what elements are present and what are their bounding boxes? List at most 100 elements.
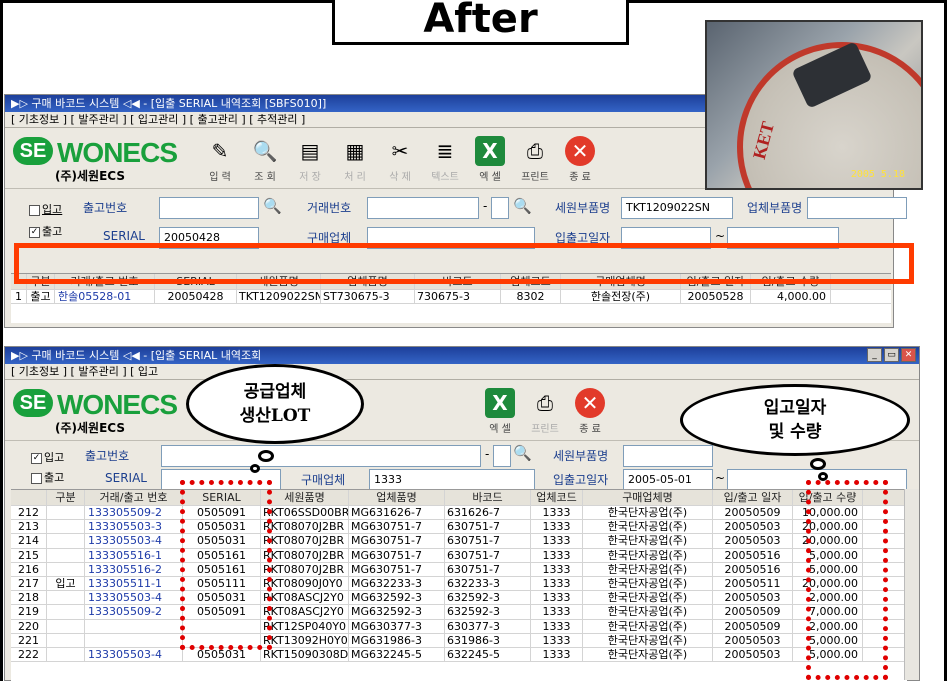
- label-ship-no: 출고번호: [83, 201, 128, 215]
- minimize-icon[interactable]: _: [867, 348, 882, 362]
- label-sewon-part: 세원부품명: [553, 449, 609, 463]
- close-icon[interactable]: ✕: [901, 348, 916, 362]
- table-cell: 1333: [531, 619, 583, 633]
- table-cell: 한국단자공업(주): [583, 576, 713, 591]
- toolbar-label: 입 력: [209, 172, 231, 183]
- magnifier-button[interactable]: 🔍 조 회: [246, 133, 284, 183]
- text-button[interactable]: ≣ 텍스트: [426, 133, 464, 183]
- column-header[interactable]: 구매업체명: [583, 490, 713, 505]
- table-cell: TKT1209022SN: [239, 290, 321, 304]
- process-button[interactable]: ▦ 처 리: [336, 133, 374, 183]
- table-cell: 632592-3: [445, 591, 531, 605]
- table-row[interactable]: 222 133305503-4 0505031 RKT15090308D MG63224…: [11, 647, 907, 663]
- date-from-input[interactable]: 2005-05-01: [623, 469, 713, 491]
- exit-button[interactable]: ✕ 종 료: [571, 385, 609, 435]
- trade-no-input[interactable]: [367, 197, 479, 219]
- table-cell: 630377-3: [445, 619, 531, 633]
- table-cell: 133305516-2: [85, 562, 183, 576]
- ship-no-suffix[interactable]: [493, 445, 511, 467]
- table-cell: [47, 647, 85, 662]
- table-cell: 20050509: [713, 619, 793, 633]
- toolbar-label: 엑 셀: [479, 172, 501, 183]
- trade-no-suffix[interactable]: [491, 197, 509, 219]
- table-row[interactable]: 213 133305503-3 0505031 RKT08070J2BR MG63075…: [11, 520, 907, 535]
- table-cell: 632245-5: [445, 647, 531, 662]
- sewon-part-input[interactable]: [623, 445, 713, 467]
- table-row[interactable]: 215 133305516-1 0505161 RKT08070J2BR MG63075…: [11, 548, 907, 563]
- column-header[interactable]: 구분: [47, 490, 85, 505]
- sewon-part-input[interactable]: TKT1209022SN: [621, 197, 733, 219]
- table-row[interactable]: 220 RKT12SP040Y0 MG630377-3 630377-3 1333 한국단…: [11, 619, 907, 634]
- table-cell: 1333: [531, 534, 583, 548]
- floppy-button[interactable]: ▤ 저 장: [291, 133, 329, 183]
- table-cell: 215: [11, 548, 47, 562]
- maximize-icon[interactable]: ▭: [884, 348, 899, 362]
- column-header[interactable]: 입/출고 일자: [713, 490, 793, 505]
- table-cell: 1333: [531, 506, 583, 520]
- delete-icon: ✂: [391, 139, 409, 163]
- table-cell: 631986-3: [445, 633, 531, 647]
- search-icon[interactable]: 🔍: [513, 444, 532, 462]
- label-serial: SERIAL: [105, 471, 147, 485]
- exit-button[interactable]: ✕ 종 료: [561, 133, 599, 183]
- table-cell: 한국단자공업(주): [583, 619, 713, 633]
- vertical-scrollbar[interactable]: [904, 489, 919, 680]
- grid-header: 구분 거래/출고 번호 SERIAL 세원품명 업체품명 바코드 업체코드 구매업체명 입/출고…: [11, 490, 907, 506]
- table-row[interactable]: 217 입고 133305511-1 0505111 RKT08090J0Y0 MG632…: [11, 576, 907, 592]
- table-cell: RKT08070J2BR: [261, 548, 349, 562]
- row-header-corner: [11, 490, 47, 505]
- table-cell: 한국단자공업(주): [583, 534, 713, 548]
- table-cell: 1333: [531, 605, 583, 619]
- company-logo: SE WONECS (주)세원ECS: [11, 133, 179, 183]
- radio-out[interactable]: ✓ 출고: [29, 223, 62, 239]
- column-header[interactable]: 업체코드: [531, 490, 583, 505]
- table-row[interactable]: 221 RKT13092H0Y0 MG631986-3 631986-3 1333 한국단…: [11, 633, 907, 648]
- column-header[interactable]: 거래/출고 번호: [85, 490, 183, 505]
- column-header[interactable]: 세원품명: [261, 490, 349, 505]
- table-cell: 630751-7: [445, 534, 531, 548]
- radio-out[interactable]: 출고: [31, 469, 64, 485]
- table-cell: 한국단자공업(주): [583, 633, 713, 647]
- table-row[interactable]: 1 출고 한솔05528-01 20050428 TKT1209022SN ST73067…: [11, 290, 891, 305]
- label-ship-no: 출고번호: [85, 449, 130, 463]
- table-cell: 133305503-4: [85, 534, 183, 548]
- table-cell: RKT06SSD00BR: [263, 506, 349, 520]
- table-cell: 한국단자공업(주): [583, 520, 713, 534]
- buyer-input[interactable]: 1333: [369, 469, 535, 491]
- table-cell: 133305516-1: [85, 548, 183, 562]
- table-row[interactable]: 218 133305503-4 0505031 RKT08ASCJ2Y0 MG63259…: [11, 591, 907, 606]
- table-cell: 20050511: [713, 576, 793, 591]
- toolbar-label: 엑 셀: [489, 424, 511, 435]
- table-row[interactable]: 212 133305509-2 0505091 RKT06SSD00BR MG63162…: [11, 506, 907, 521]
- column-header[interactable]: 업체품명: [349, 490, 445, 505]
- table-cell: [85, 619, 183, 633]
- radio-in[interactable]: ✓ 입고: [31, 449, 64, 465]
- table-row[interactable]: 214 133305503-4 0505031 RKT08070J2BR MG63075…: [11, 534, 907, 549]
- delete-button[interactable]: ✂ 삭 제: [381, 133, 419, 183]
- menu-bar[interactable]: [ 기초정보 ] [ 발주관리 ] [ 입고: [5, 364, 919, 380]
- eraser-button[interactable]: ✎ 입 력: [201, 133, 239, 183]
- ship-no-input[interactable]: [159, 197, 259, 219]
- search-icon[interactable]: 🔍: [263, 197, 282, 215]
- table-cell: 222: [11, 647, 47, 662]
- table-cell: 20050516: [713, 562, 793, 576]
- table-cell: 212: [11, 506, 47, 520]
- column-header[interactable]: 바코드: [445, 490, 531, 505]
- printer-button[interactable]: ⎙ 프린트: [526, 385, 564, 435]
- table-cell: [47, 591, 85, 605]
- table-row[interactable]: 216 133305516-2 0505161 RKT08070J2BR MG63075…: [11, 562, 907, 577]
- search-icon[interactable]: 🔍: [513, 197, 532, 215]
- table-cell: MG631626-7: [349, 506, 445, 520]
- table-cell: RKT08ASCJ2Y0: [261, 605, 349, 619]
- excel-button[interactable]: X 엑 셀: [471, 133, 509, 183]
- ship-no-input[interactable]: [161, 445, 481, 467]
- table-cell: 한국단자공업(주): [583, 591, 713, 605]
- table-cell: RKT08070J2BR: [261, 520, 349, 534]
- table-cell: 632233-3: [445, 576, 531, 591]
- vendor-part-input[interactable]: [807, 197, 907, 219]
- table-cell: 1333: [531, 647, 583, 662]
- radio-in[interactable]: 입고: [29, 201, 62, 217]
- excel-button[interactable]: X 엑 셀: [481, 385, 519, 435]
- printer-button[interactable]: ⎙ 프린트: [516, 133, 554, 183]
- table-row[interactable]: 219 133305509-2 0505091 RKT08ASCJ2Y0 MG63259…: [11, 605, 907, 620]
